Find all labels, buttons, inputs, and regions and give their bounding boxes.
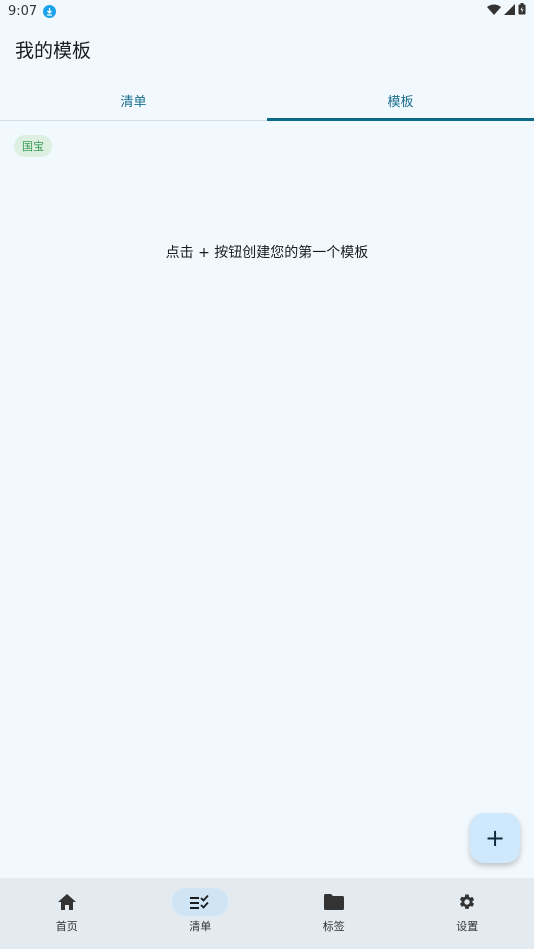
nav-item-checklist[interactable]: 清单 xyxy=(134,878,268,949)
status-time: 9:07 xyxy=(8,3,38,19)
status-right xyxy=(487,3,526,19)
tab-template[interactable]: 模板 xyxy=(267,80,534,121)
wifi-icon xyxy=(487,4,501,19)
home-icon xyxy=(39,888,95,916)
status-left: 9:07 xyxy=(8,3,57,19)
download-icon xyxy=(43,4,57,18)
nav-label-checklist: 清单 xyxy=(189,920,212,933)
filter-chip-national-treasure[interactable]: 国宝 xyxy=(14,135,52,157)
gear-icon xyxy=(439,888,495,916)
nav-item-home[interactable]: 首页 xyxy=(0,878,134,949)
status-bar: 9:07 xyxy=(0,0,534,22)
empty-state-message: 点击 + 按钮创建您的第一个模板 xyxy=(165,245,369,261)
nav-item-tags[interactable]: 标签 xyxy=(267,878,401,949)
tab-checklist[interactable]: 清单 xyxy=(0,80,267,120)
nav-label-tags: 标签 xyxy=(322,920,345,933)
checklist-icon xyxy=(172,888,229,916)
bottom-navigation: 首页 清单 标签 设置 xyxy=(0,878,534,949)
battery-icon xyxy=(518,3,526,19)
page-title: 我的模板 xyxy=(15,40,92,62)
tab-bar: 清单 模板 xyxy=(0,80,534,121)
nav-label-settings: 设置 xyxy=(456,920,479,933)
folder-icon xyxy=(306,888,362,916)
add-template-button[interactable]: + xyxy=(470,813,520,863)
nav-label-home: 首页 xyxy=(55,920,78,933)
cell-signal-icon xyxy=(504,3,515,19)
nav-item-settings[interactable]: 设置 xyxy=(401,878,534,949)
